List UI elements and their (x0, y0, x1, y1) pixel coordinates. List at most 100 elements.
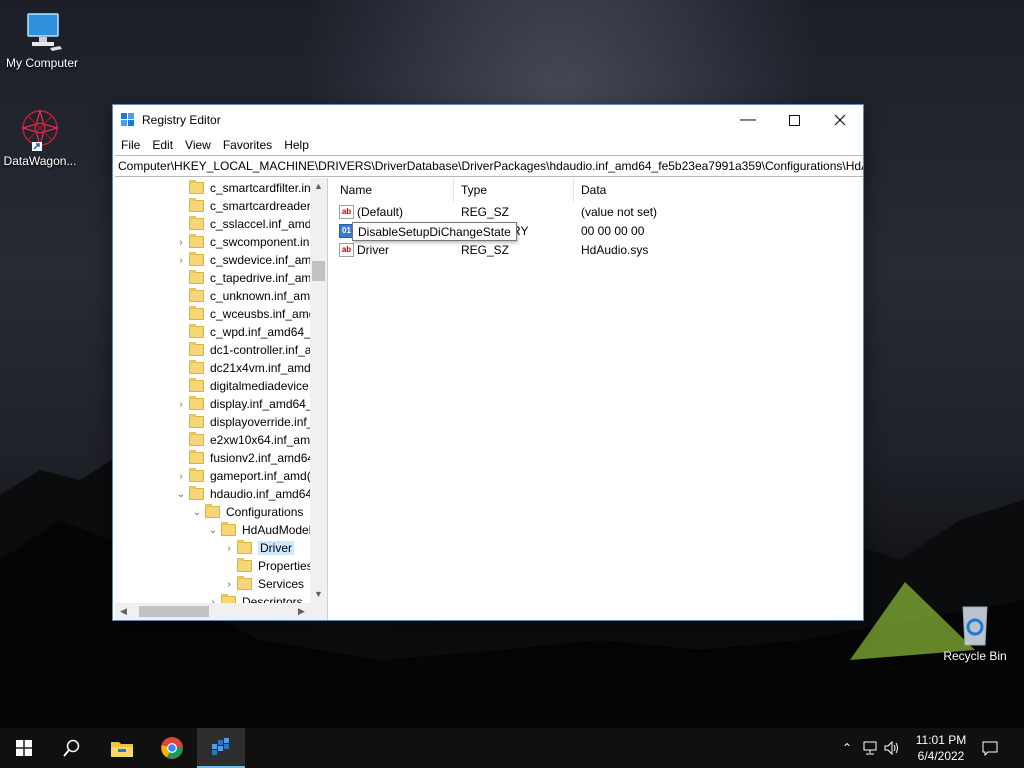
tree-node[interactable]: c_tapedrive.inf_am (173, 269, 311, 287)
tree-node[interactable]: ⌄ Configurations (189, 503, 303, 521)
menu-file[interactable]: File (115, 138, 146, 152)
tree-node[interactable]: displayoverride.inf_ (173, 413, 313, 431)
maximize-button[interactable] (771, 105, 817, 135)
tree-node[interactable]: dc1-controller.inf_a (173, 341, 311, 359)
scroll-down-arrow-icon[interactable]: ▼ (310, 586, 327, 603)
expander-chevron-icon[interactable]: › (173, 471, 189, 482)
tree-node[interactable]: c_smartcardreader. (173, 197, 313, 215)
scroll-right-arrow-icon[interactable]: ▶ (293, 603, 310, 620)
expander-chevron-icon[interactable]: › (173, 399, 189, 410)
expander-chevron-icon[interactable]: › (221, 543, 237, 554)
tree-node-label: c_sslaccel.inf_amd6 (210, 217, 319, 231)
desktop-icon-recycle-bin[interactable]: Recycle Bin (933, 603, 1017, 663)
menu-view[interactable]: View (179, 138, 217, 152)
folder-icon (189, 468, 204, 482)
registry-editor-taskbar-button[interactable] (197, 728, 245, 768)
tree-node[interactable]: c_wpd.inf_amd64_( (173, 323, 315, 341)
column-header-type[interactable]: Type (454, 178, 574, 202)
chrome-button[interactable] (148, 728, 196, 768)
tree-node[interactable]: c_smartcardfilter.in (173, 179, 311, 197)
expander-chevron-icon[interactable]: ⌄ (173, 489, 189, 500)
clock-time: 11:01 PM (915, 733, 967, 747)
notifications-button[interactable] (968, 728, 1012, 768)
expander-chevron-icon[interactable]: › (221, 579, 237, 590)
search-button[interactable] (48, 728, 96, 768)
file-explorer-button[interactable] (98, 728, 146, 768)
maximize-icon (788, 114, 800, 126)
expander-chevron-icon[interactable]: › (173, 237, 189, 248)
tree-node[interactable]: ⌄ hdaudio.inf_amd64 (173, 485, 312, 503)
windows-logo-icon (16, 740, 32, 756)
values-pane[interactable]: Name Type Data ab (Default) REG_SZ (valu… (333, 178, 863, 620)
tree-node[interactable]: c_wceusbs.inf_amd (173, 305, 315, 323)
menu-favorites[interactable]: Favorites (217, 138, 278, 152)
tree-node[interactable]: Properties (221, 557, 313, 575)
menu-help[interactable]: Help (278, 138, 315, 152)
value-data: HdAudio.sys (581, 243, 649, 257)
tree-node[interactable]: › Driver (221, 539, 294, 557)
tree-horizontal-scrollbar[interactable]: ◀ ▶ (115, 603, 327, 620)
taskbar: ⌃ 11:01 PM 6/4/2022 (0, 728, 1024, 768)
expander-chevron-icon[interactable]: ⌄ (189, 507, 205, 518)
volume-icon[interactable] (884, 741, 900, 755)
desktop-icon-datawagon[interactable]: DataWagon... (0, 108, 82, 168)
folder-icon (221, 522, 236, 536)
tree-node[interactable]: dc21x4vm.inf_amd (173, 359, 311, 377)
tree-node-label: c_swcomponent.in (210, 235, 310, 249)
folder-icon (189, 378, 204, 392)
tree-node-label: dc21x4vm.inf_amd (210, 361, 311, 375)
scroll-up-arrow-icon[interactable]: ▲ (310, 178, 327, 195)
folder-icon (189, 360, 204, 374)
start-button[interactable] (0, 728, 48, 768)
string-value-icon: ab (339, 243, 354, 257)
column-header-name[interactable]: Name (333, 178, 454, 202)
tree-pane[interactable]: c_smartcardfilter.in c_smartcardreader. c_… (115, 178, 328, 620)
tree-node[interactable]: › Services (221, 575, 304, 593)
regedit-icon (212, 738, 229, 755)
tree-node[interactable]: fusionv2.inf_amd64 (173, 449, 314, 467)
tree-node[interactable]: ⌄ HdAudModel (205, 521, 311, 539)
desktop-icon-label: My Computer (5, 56, 79, 70)
regedit-icon (121, 113, 134, 126)
tree-node[interactable]: › c_swcomponent.in (173, 233, 309, 251)
folder-icon (189, 216, 204, 230)
folder-icon (189, 342, 204, 356)
expander-chevron-icon[interactable]: ⌄ (205, 525, 221, 536)
tree-node[interactable]: digitalmediadevice (173, 377, 309, 395)
tree-node-label: c_tapedrive.inf_am (210, 271, 312, 285)
value-type: REG_SZ (461, 243, 510, 257)
expander-chevron-icon[interactable]: › (173, 255, 189, 266)
registry-editor-window[interactable]: Registry Editor — File Edit View Favorit… (112, 104, 864, 621)
tree-node[interactable]: › display.inf_amd64_ (173, 395, 313, 413)
value-name: Driver (357, 243, 389, 257)
tree-node-label: fusionv2.inf_amd64 (210, 451, 315, 465)
tree-node[interactable]: e2xw10x64.inf_amc (173, 431, 316, 449)
computer-icon (27, 13, 62, 51)
scroll-thumb[interactable] (139, 606, 209, 617)
network-icon[interactable] (862, 741, 878, 755)
desktop-icon-my-computer[interactable]: My Computer (0, 10, 84, 70)
value-row[interactable]: ab (Default) REG_SZ (value not set) (333, 203, 863, 222)
tree-node[interactable]: c_sslaccel.inf_amd6 (173, 215, 318, 233)
column-header-data[interactable]: Data (574, 178, 864, 202)
tree-node-label: e2xw10x64.inf_amc (210, 433, 317, 447)
folder-icon (189, 288, 204, 302)
clock[interactable]: 11:01 PM 6/4/2022 (910, 732, 972, 764)
tree-node[interactable]: c_unknown.inf_am (173, 287, 310, 305)
tree-node[interactable]: › c_swdevice.inf_amd (173, 251, 318, 269)
minimize-button[interactable]: — (725, 105, 771, 135)
close-button[interactable] (817, 105, 863, 135)
show-hidden-icons-chevron-icon[interactable]: ⌃ (838, 741, 856, 755)
datawagon-icon (20, 108, 60, 151)
scroll-left-arrow-icon[interactable]: ◀ (115, 603, 132, 620)
value-row[interactable]: ab Driver REG_SZ HdAudio.sys (333, 241, 863, 260)
address-bar[interactable]: Computer\HKEY_LOCAL_MACHINE\DRIVERS\Driv… (115, 155, 863, 177)
tree-vertical-scrollbar[interactable]: ▲ ▼ (310, 178, 327, 603)
scroll-thumb[interactable] (312, 261, 325, 281)
tree-node-label: Properties (258, 559, 313, 573)
tree-node-label: Services (258, 577, 305, 591)
tree-node[interactable]: › gameport.inf_amd( (173, 467, 311, 485)
menu-edit[interactable]: Edit (146, 138, 179, 152)
name-tooltip: DisableSetupDiChangeState (352, 222, 517, 241)
title-bar[interactable]: Registry Editor — (113, 105, 863, 135)
